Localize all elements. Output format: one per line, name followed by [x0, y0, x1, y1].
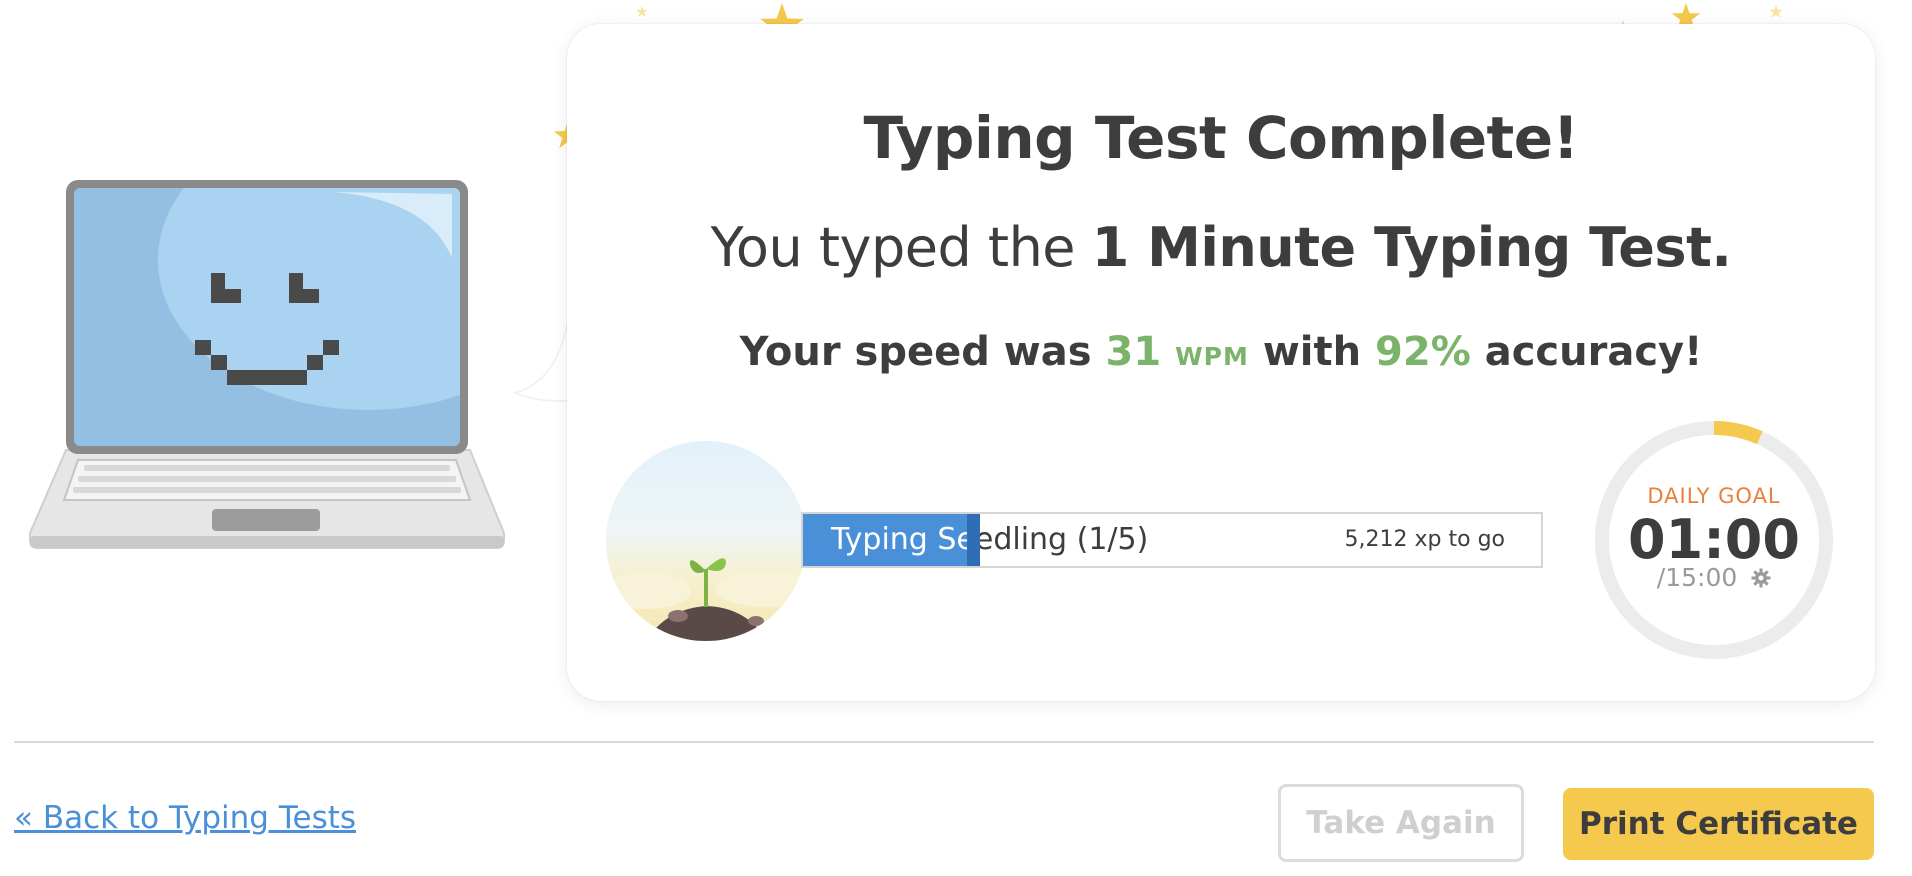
level-progress-clip: Typing Seedling (1/5) [803, 514, 967, 566]
divider [14, 741, 1874, 743]
level-progress-bar: Typing Seedling (1/5) Typing Seedling (1… [801, 512, 1543, 568]
print-certificate-button[interactable]: Print Certificate [1563, 788, 1874, 860]
daily-goal-time: 01:00 [1628, 508, 1800, 571]
star-icon [1769, 5, 1783, 18]
take-again-button[interactable]: Take Again [1278, 784, 1524, 862]
speed-prefix: Your speed was [739, 329, 1092, 375]
wpm-value: 31 [1105, 329, 1162, 375]
page-title: Typing Test Complete! [863, 104, 1579, 172]
star-icon [636, 6, 648, 17]
daily-goal-label: DAILY GOAL [1647, 484, 1781, 508]
xp-to-go: 5,212 xp to go [1344, 527, 1505, 552]
test-name: 1 Minute Typing Test. [1091, 216, 1732, 279]
level-label-highlight: Typing Seedling (1/5) [831, 522, 967, 557]
speed-suffix: accuracy! [1484, 329, 1703, 375]
back-to-typing-tests-link[interactable]: « Back to Typing Tests [14, 800, 356, 836]
test-name-line: You typed the 1 Minute Typing Test. [567, 216, 1875, 279]
daily-goal-total: /15:00 [1656, 563, 1738, 592]
gear-icon[interactable] [1751, 565, 1771, 588]
speed-summary: Your speed was 31 WPM with 92% accuracy! [567, 329, 1875, 375]
speed-middle: with [1262, 329, 1362, 375]
accuracy-value: 92% [1375, 329, 1471, 375]
daily-goal-total-row: /15:00 [1594, 563, 1834, 592]
wpm-unit: WPM [1175, 342, 1249, 371]
seedling-icon [606, 441, 806, 641]
test-name-prefix: You typed the [710, 216, 1076, 279]
laptop-smiley-icon [29, 180, 505, 549]
